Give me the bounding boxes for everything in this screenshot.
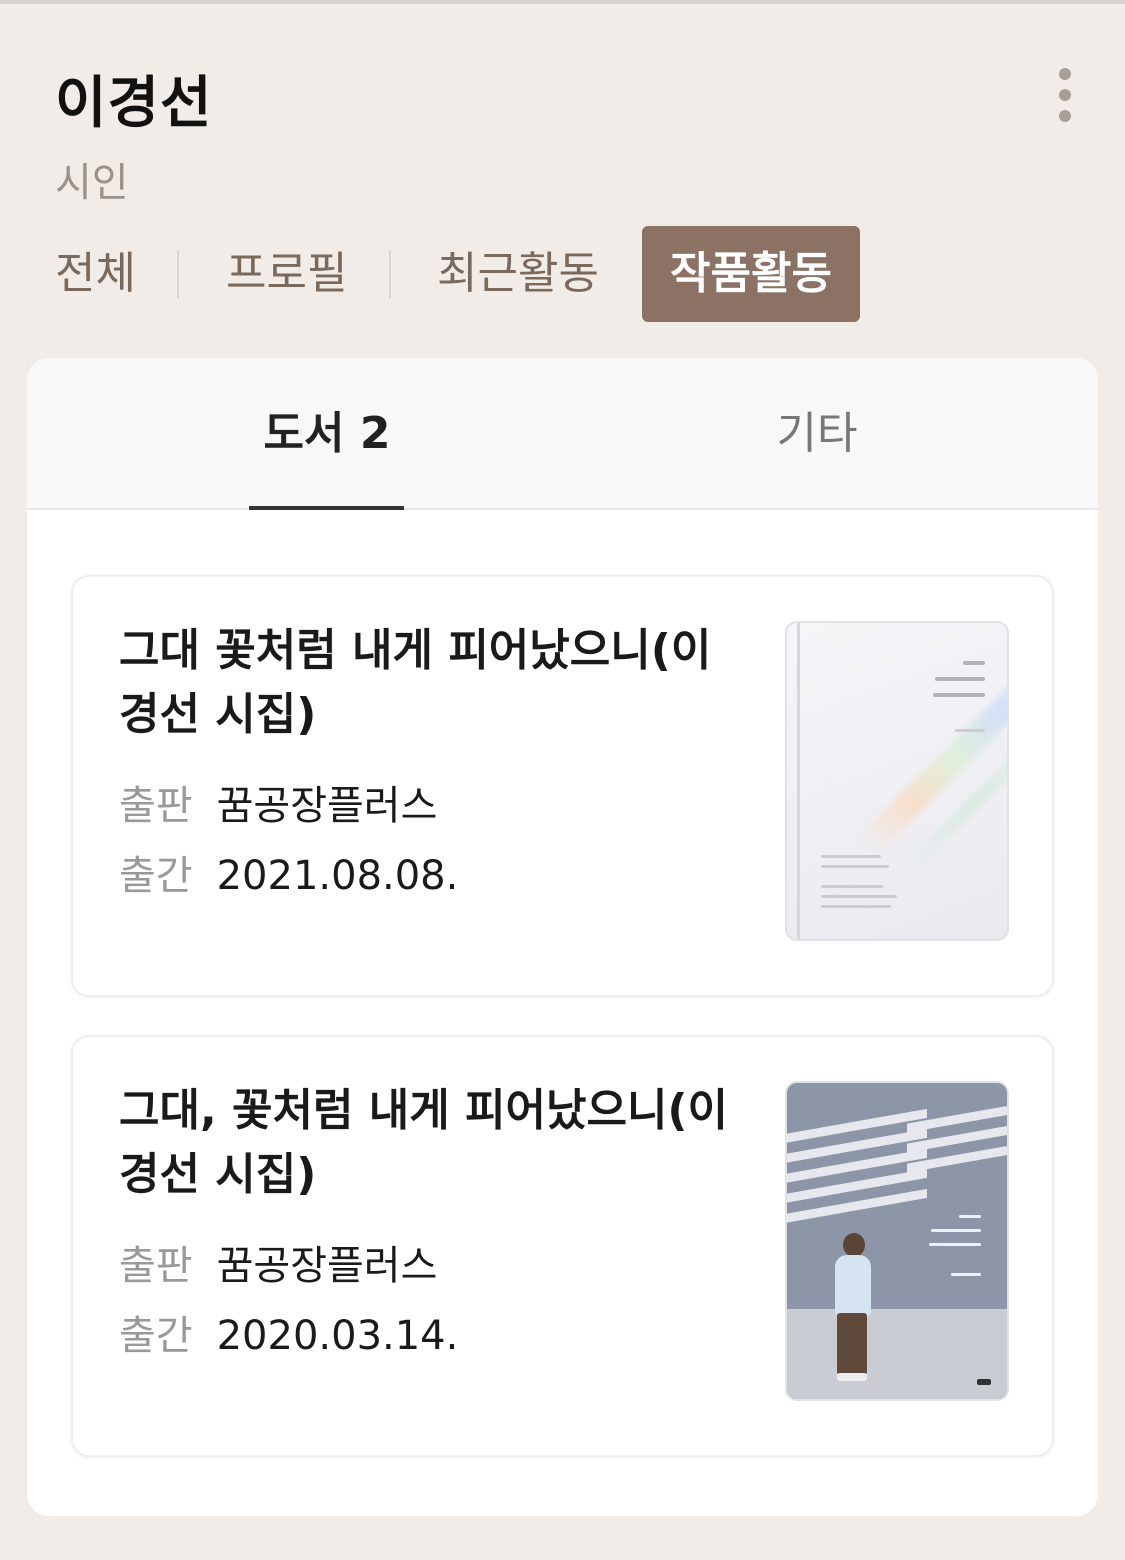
book-date-row: 출간 2021.08.08. — [119, 843, 458, 901]
cover-spine — [797, 623, 800, 939]
cover-author-mark — [951, 1273, 981, 1276]
tab-all[interactable]: 전체 — [55, 226, 136, 322]
cover-title-mark — [931, 1229, 981, 1232]
book-date-row: 출간 2020.03.14. — [119, 1303, 458, 1361]
filter-tabs: 전체 프로필 최근활동 작품활동 — [0, 226, 1125, 322]
cover-text-mark — [821, 895, 897, 898]
profile-header: 이경선 시인 전체 프로필 최근활동 작품활동 — [0, 0, 1125, 340]
cover-text-mark — [821, 855, 881, 858]
book-publisher-row: 출판 꿈공장플러스 — [119, 773, 437, 831]
book-cover-image[interactable] — [785, 621, 1009, 941]
dot-icon — [1059, 110, 1071, 122]
book-cover-image[interactable] — [785, 1081, 1009, 1401]
publisher-value: 꿈공장플러스 — [216, 783, 438, 829]
dot-icon — [1059, 68, 1071, 80]
book-card[interactable]: 그대 꽃처럼 내게 피어났으니(이경선 시집) 출판 꿈공장플러스 출간 2021.… — [71, 575, 1054, 997]
cover-text-mark — [821, 885, 883, 888]
book-title[interactable]: 그대, 꽃처럼 내게 피어났으니(이경선 시집) — [119, 1079, 749, 1207]
publisher-label: 출판 — [119, 783, 193, 829]
active-subtab-indicator — [249, 506, 404, 510]
date-value: 2021.08.08. — [216, 853, 459, 899]
tab-works[interactable]: 작품활동 — [642, 226, 860, 322]
author-name: 이경선 — [55, 71, 213, 136]
tab-recent-activity[interactable]: 최근활동 — [437, 226, 599, 322]
cover-ground — [787, 1309, 1007, 1399]
cover-figure-feet — [837, 1373, 867, 1381]
cover-title-mark — [959, 1215, 981, 1218]
publisher-label: 출판 — [119, 1243, 193, 1289]
date-label: 출간 — [119, 1313, 193, 1359]
cover-text-mark — [821, 905, 891, 908]
book-card[interactable]: 그대, 꽃처럼 내게 피어났으니(이경선 시집) 출판 꿈공장플러스 출간 2020… — [71, 1035, 1054, 1457]
works-panel: 도서 2 기타 그대 꽃처럼 내게 피어났으니(이경선 시집) 출판 꿈공장플러스… — [27, 358, 1098, 1516]
tab-separator — [389, 250, 391, 298]
cover-text-mark — [821, 865, 889, 868]
date-value: 2020.03.14. — [216, 1313, 459, 1359]
tab-profile[interactable]: 프로필 — [226, 226, 347, 322]
book-publisher-row: 출판 꿈공장플러스 — [119, 1233, 437, 1291]
cover-figure-body — [835, 1255, 871, 1317]
cover-rainbow — [855, 654, 1007, 858]
author-role: 시인 — [55, 160, 129, 206]
more-options-icon[interactable] — [1040, 60, 1090, 130]
tab-separator — [177, 250, 179, 298]
publisher-logo — [977, 1379, 991, 1385]
book-title[interactable]: 그대 꽃처럼 내게 피어났으니(이경선 시집) — [119, 619, 749, 747]
publisher-value: 꿈공장플러스 — [216, 1243, 438, 1289]
works-subtabs: 도서 2 기타 — [27, 358, 1098, 510]
cover-figure-head — [843, 1233, 865, 1257]
cover-figure-skirt — [837, 1313, 867, 1375]
cover-title-mark — [933, 693, 985, 697]
subtab-books[interactable]: 도서 2 — [249, 358, 405, 510]
subtab-etc[interactable]: 기타 — [727, 358, 907, 510]
dot-icon — [1059, 89, 1071, 101]
cover-title-mark — [929, 1243, 981, 1246]
date-label: 출간 — [119, 853, 193, 899]
cover-title-mark — [935, 677, 985, 681]
cover-author-mark — [955, 729, 985, 732]
cover-title-mark — [963, 661, 985, 665]
